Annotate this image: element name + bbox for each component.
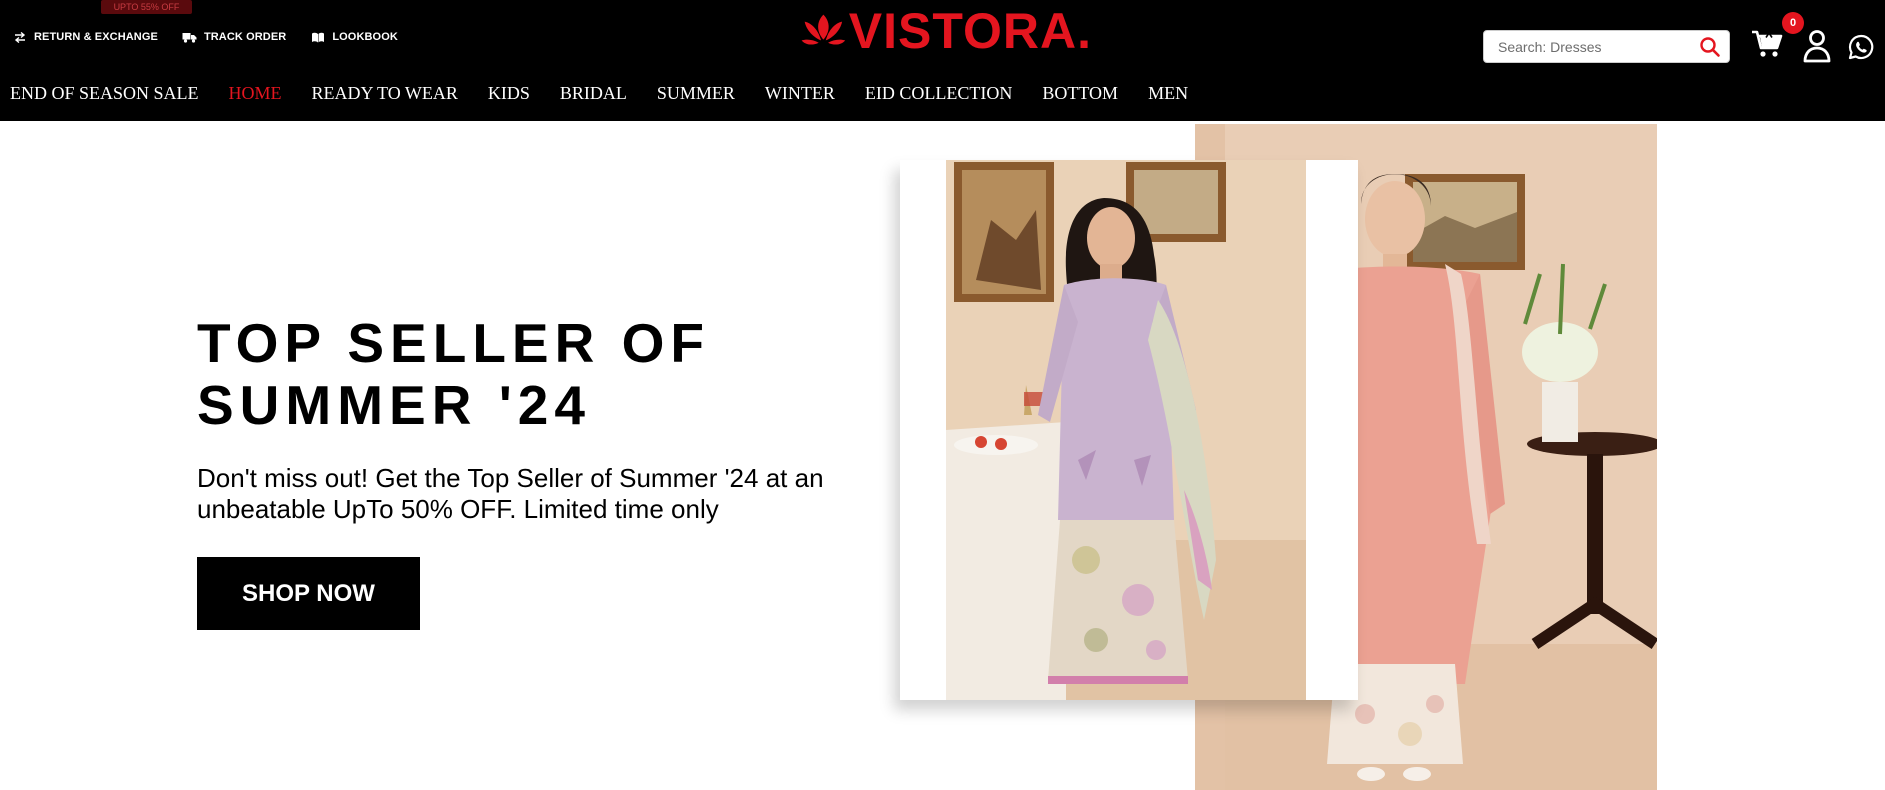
nav-ready-to-wear[interactable]: READY TO WEAR: [312, 83, 458, 104]
hero-title-line-1: TOP SELLER OF: [197, 312, 710, 374]
user-icon[interactable]: [1803, 29, 1831, 63]
nav-eid-collection[interactable]: EID COLLECTION: [865, 83, 1012, 104]
hero-title-line-2: SUMMER '24: [197, 374, 591, 436]
nav-bridal[interactable]: BRIDAL: [560, 83, 627, 104]
nav-kids[interactable]: KIDS: [488, 83, 530, 104]
hero-title: TOP SELLER OF SUMMER '24: [197, 312, 817, 436]
nav-winter[interactable]: WINTER: [765, 83, 835, 104]
search-box: [1483, 30, 1730, 63]
lookbook-label: LOOKBOOK: [332, 31, 398, 43]
cart-icon[interactable]: [1751, 29, 1783, 59]
nav-home[interactable]: HOME: [229, 83, 282, 104]
lookbook-link[interactable]: LOOKBOOK: [310, 31, 398, 43]
site-header: RETURN & EXCHANGE TRACK ORDER LOOKBOOK V…: [0, 0, 1885, 121]
nav-bottom[interactable]: BOTTOM: [1042, 83, 1118, 104]
shop-now-button[interactable]: SHOP NOW: [197, 557, 420, 630]
exchange-icon: [12, 31, 27, 43]
cart-count-badge: 0: [1782, 12, 1804, 34]
brand-logo[interactable]: VISTORA.: [800, 6, 1092, 56]
return-exchange-label: RETURN & EXCHANGE: [34, 31, 158, 43]
track-order-label: TRACK ORDER: [203, 31, 287, 43]
hero-image-lilac-outfit: [946, 160, 1306, 700]
lotus-logo-icon: [801, 14, 846, 45]
nav-men[interactable]: MEN: [1148, 83, 1188, 104]
search-input[interactable]: [1484, 31, 1694, 62]
brand-name: VISTORA.: [848, 3, 1092, 59]
truck-icon: [182, 31, 197, 43]
utility-links: RETURN & EXCHANGE TRACK ORDER LOOKBOOK: [12, 31, 422, 43]
track-order-link[interactable]: TRACK ORDER: [182, 31, 286, 43]
whatsapp-icon[interactable]: [1848, 34, 1874, 60]
hero-image-frame: [900, 160, 1358, 700]
sale-badge: UPTO 55% OFF: [101, 0, 192, 14]
hero-description: Don't miss out! Get the Top Seller of Su…: [197, 463, 824, 524]
return-exchange-link[interactable]: RETURN & EXCHANGE: [12, 31, 158, 43]
search-icon[interactable]: [1699, 36, 1721, 58]
nav-end-of-season-sale[interactable]: END OF SEASON SALE: [10, 83, 199, 104]
book-icon: [310, 31, 325, 43]
main-nav: END OF SEASON SALE HOME READY TO WEAR KI…: [10, 83, 1218, 104]
nav-summer[interactable]: SUMMER: [657, 83, 735, 104]
lilac-outfit-photo: [946, 160, 1306, 700]
